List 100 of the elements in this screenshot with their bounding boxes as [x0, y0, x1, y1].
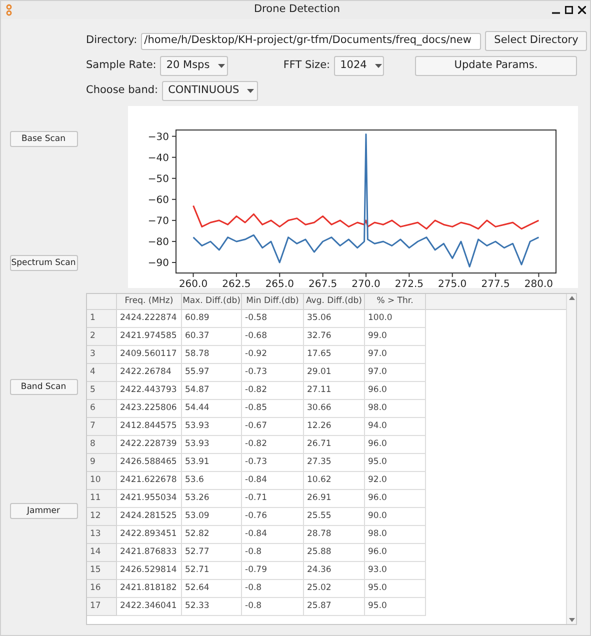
dropdown[interactable]: 20 Msps	[160, 56, 228, 76]
row-header[interactable]: 17	[87, 598, 117, 616]
row-header[interactable]: 3	[87, 346, 117, 364]
x-tick-label: 277.5	[481, 279, 510, 290]
table-cell: 52.71	[182, 562, 242, 580]
table-cell: 95.0	[365, 580, 426, 598]
y-tick: −50	[148, 174, 176, 185]
row-header[interactable]: 8	[87, 436, 117, 454]
x-tick-label: 275.0	[438, 279, 467, 290]
scroll-down-icon[interactable]	[568, 618, 574, 622]
table-cell: 60.37	[182, 328, 242, 346]
table-cell: 27.35	[304, 454, 365, 472]
table-cell: 96.0	[365, 436, 426, 454]
table-cell: 52.77	[182, 544, 242, 562]
table-cell: 54.87	[182, 382, 242, 400]
table-cell: 94.0	[365, 418, 426, 436]
row-header[interactable]: 7	[87, 418, 117, 436]
y-tick: −60	[148, 194, 176, 206]
dropdown[interactable]: 1024	[334, 56, 384, 76]
table-cell: 53.93	[182, 436, 242, 454]
x-tick: 265.0	[265, 272, 294, 288]
table-cell: 2421.876833	[117, 544, 182, 562]
column-header[interactable]: Min Diff.(db)	[242, 294, 304, 309]
table-cell: 10.62	[304, 472, 365, 490]
table-cell: 60.89	[182, 310, 242, 328]
row-header[interactable]: 16	[87, 580, 117, 598]
column-header[interactable]: Freq. (MHz)	[117, 294, 182, 309]
table-cell: 12.26	[304, 418, 365, 436]
row-header[interactable]: 5	[87, 382, 117, 400]
table-cell: -0.84	[242, 526, 304, 544]
table-cell: 100.0	[365, 310, 426, 328]
table-cell: 2421.955034	[117, 490, 182, 508]
y-tick-label: −80	[148, 236, 169, 248]
table-cell: -0.67	[242, 418, 304, 436]
scan-button[interactable]: Base Scan	[10, 131, 78, 147]
field-label: Sample Rate:	[86, 58, 156, 74]
row-header[interactable]: 15	[87, 562, 117, 580]
scan-button[interactable]: Jammer	[10, 503, 78, 519]
table-cell: 52.82	[182, 526, 242, 544]
row-header[interactable]: 6	[87, 400, 117, 418]
maximize-icon[interactable]	[565, 6, 573, 14]
column-header[interactable]: Avg. Diff.(db)	[304, 294, 365, 309]
scroll-up-icon[interactable]	[568, 296, 574, 300]
field-label: Directory:	[86, 33, 138, 48]
table-cell: 55.97	[182, 364, 242, 382]
y-tick-label: −30	[148, 132, 169, 143]
x-tick-label: 262.5	[222, 279, 251, 290]
row-header[interactable]: 13	[87, 526, 117, 544]
x-tick: 277.5	[481, 272, 510, 288]
table-cell: -0.82	[242, 436, 304, 454]
column-header[interactable]: Max. Diff.(db)	[182, 294, 242, 309]
table-cell: 2421.622678	[117, 472, 182, 490]
table-cell: 53.26	[182, 490, 242, 508]
y-tick: −90	[148, 258, 176, 269]
row-header[interactable]: 10	[87, 472, 117, 490]
dropdown[interactable]: CONTINUOUS	[162, 81, 258, 101]
x-tick: 260.0	[178, 272, 208, 288]
table-cell: 52.33	[182, 598, 242, 616]
column-header[interactable]: % > Thr.	[365, 294, 426, 309]
table-cell: 2412.844575	[117, 418, 182, 436]
table-cell: 25.02	[304, 580, 365, 598]
table-cell: 97.0	[365, 346, 426, 364]
scan-button[interactable]: Spectrum Scan	[10, 255, 78, 271]
directory-field[interactable]: /home/h/Desktop/KH-project/gr-tfm/Documents/freq_docs/new	[141, 32, 482, 50]
table-cell: 97.0	[365, 364, 426, 382]
table-cell: -0.76	[242, 508, 304, 526]
y-tick-label: −50	[148, 174, 169, 185]
row-header[interactable]: 12	[87, 508, 117, 526]
row-header[interactable]: 1	[87, 310, 117, 328]
table-cell: -0.8	[242, 544, 304, 562]
row-header[interactable]: 11	[87, 490, 117, 508]
button[interactable]: Select Directory	[485, 31, 588, 51]
button[interactable]: Update Params.	[415, 56, 577, 76]
table-cell: 2422.26784	[117, 364, 182, 382]
table-cell: 96.0	[365, 490, 426, 508]
row-header[interactable]: 4	[87, 364, 117, 382]
close-icon[interactable]	[578, 6, 586, 14]
y-tick: −80	[148, 236, 176, 248]
table-cell: 2422.228739	[117, 436, 182, 454]
row-header[interactable]: 2	[87, 328, 117, 346]
table-cell: -0.71	[242, 490, 304, 508]
x-tick-label: 265.0	[265, 279, 294, 290]
table-cell: 93.0	[365, 562, 426, 580]
row-header[interactable]: 9	[87, 454, 117, 472]
x-tick: 262.5	[222, 272, 251, 288]
table-cell: 28.78	[304, 526, 365, 544]
scrollbar[interactable]	[566, 294, 576, 624]
table-cell: -0.58	[242, 310, 304, 328]
y-tick-label: −90	[148, 258, 169, 269]
table-cell: 53.6	[182, 472, 242, 490]
x-tick: 270.0	[352, 272, 380, 288]
table-cell: 95.0	[365, 454, 426, 472]
table-cell: 17.65	[304, 346, 365, 364]
field-label: Choose band:	[86, 83, 158, 98]
table-cell: 25.88	[304, 544, 365, 562]
scan-button[interactable]: Band Scan	[10, 379, 78, 395]
table-cell: -0.8	[242, 580, 304, 598]
row-header[interactable]: 14	[87, 544, 117, 562]
x-tick-label: 260.0	[178, 279, 208, 290]
y-tick-label: −60	[148, 194, 169, 206]
